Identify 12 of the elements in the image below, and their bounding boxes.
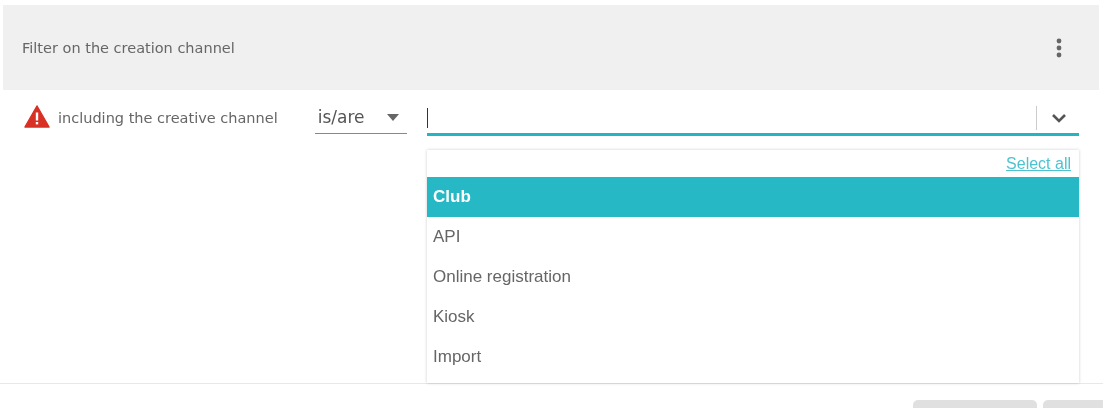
warning-icon bbox=[24, 104, 50, 128]
text-cursor bbox=[426, 107, 429, 128]
caret-icon bbox=[386, 113, 399, 121]
operator-select[interactable]: is/are bbox=[314, 101, 407, 134]
condition-label: including the creative channel bbox=[58, 110, 278, 126]
dropdown-option[interactable]: Online registration bbox=[427, 257, 1079, 297]
more-menu-icon[interactable] bbox=[1056, 37, 1062, 58]
panel-title: Filter on the creation channel bbox=[22, 39, 235, 56]
chevron-down-icon[interactable] bbox=[1051, 112, 1067, 123]
dropdown-option[interactable]: API bbox=[427, 217, 1079, 257]
dropdown-option[interactable]: Kiosk bbox=[427, 297, 1079, 337]
dropdown-option[interactable]: Import bbox=[427, 337, 1079, 377]
